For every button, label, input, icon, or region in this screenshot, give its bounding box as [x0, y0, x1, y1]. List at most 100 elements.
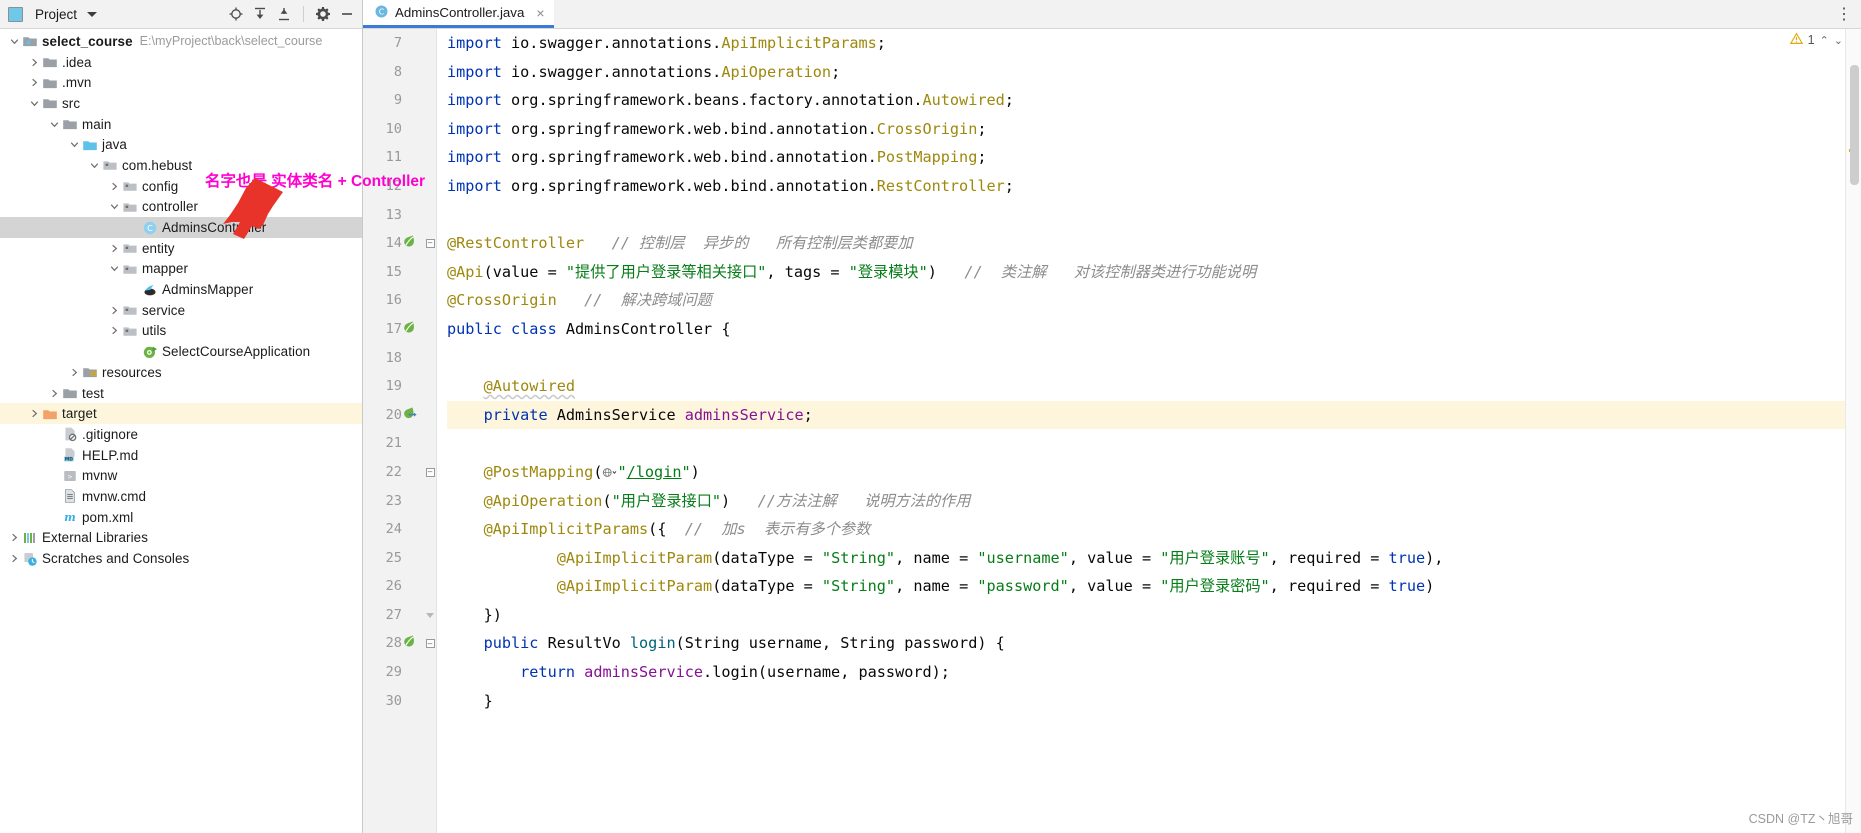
tree-item-config[interactable]: config	[0, 176, 362, 197]
code-line-23[interactable]: @ApiOperation("用户登录接口") //方法注解 说明方法的作用	[447, 487, 1845, 516]
tree-item-mapper[interactable]: mapper	[0, 259, 362, 280]
line-number: 26	[385, 578, 402, 595]
code-line-8[interactable]: import io.swagger.annotations.ApiOperati…	[447, 58, 1845, 87]
chevron-right-icon[interactable]	[108, 242, 121, 255]
tree-item-mvnw-cmd[interactable]: mvnw.cmd	[0, 486, 362, 507]
code-token: (value =	[483, 262, 566, 281]
tree-item-main[interactable]: main	[0, 114, 362, 135]
more-options-icon[interactable]: ⋮	[1827, 0, 1861, 28]
expand-all-icon[interactable]	[251, 5, 269, 23]
code-line-26[interactable]: @ApiImplicitParam(dataType = "String", n…	[447, 572, 1845, 601]
chevron-right-icon[interactable]	[28, 407, 41, 420]
chevron-down-icon[interactable]	[108, 262, 121, 275]
chevron-up-icon[interactable]: ⌃	[1820, 34, 1829, 47]
code-line-9[interactable]: import org.springframework.beans.factory…	[447, 86, 1845, 115]
tree-item-select-course[interactable]: select_course E:\myProject\back\select_co…	[0, 31, 362, 52]
inspection-status[interactable]: 1 ⌃ ⌄	[1789, 32, 1843, 48]
tree-item-service[interactable]: service	[0, 300, 362, 321]
tree-item-controller[interactable]: controller	[0, 197, 362, 218]
tree-item-external-libraries[interactable]: External Libraries	[0, 528, 362, 549]
project-tree[interactable]: select_course E:\myProject\back\select_co…	[0, 29, 362, 833]
code-line-16[interactable]: @CrossOrigin // 解决跨域问题	[447, 286, 1845, 315]
tree-item-adminscontroller[interactable]: C AdminsController	[0, 217, 362, 238]
code-line-12[interactable]: import org.springframework.web.bind.anno…	[447, 172, 1845, 201]
tree-item-src[interactable]: src	[0, 93, 362, 114]
code-line-18[interactable]	[447, 344, 1845, 373]
settings-gear-icon[interactable]	[314, 5, 332, 23]
tree-item-gitignore[interactable]: .gitignore	[0, 424, 362, 445]
editor-gutter[interactable]: 7 8 9 10 11 12 13 14 15 16 17 18 19 20 21 22 23 24 25 26 27 2…	[363, 29, 437, 833]
tree-item-adminsmapper[interactable]: AdminsMapper	[0, 279, 362, 300]
chevron-down-icon[interactable]	[88, 159, 101, 172]
chevron-down-icon[interactable]	[87, 11, 98, 17]
chevron-down-icon[interactable]	[48, 118, 61, 131]
chevron-down-icon[interactable]	[8, 35, 21, 48]
code-content[interactable]: import io.swagger.annotations.ApiImplici…	[437, 29, 1845, 833]
code-line-20[interactable]: private AdminsService adminsService;	[447, 400, 1845, 430]
code-editor[interactable]: 7 8 9 10 11 12 13 14 15 16 17 18 19 20 21 22 23 24 25 26 27 2…	[363, 29, 1861, 833]
chevron-right-icon[interactable]	[108, 304, 121, 317]
chevron-right-icon[interactable]	[28, 56, 41, 69]
chevron-right-icon[interactable]	[8, 531, 21, 544]
tree-item-target[interactable]: target	[0, 403, 362, 425]
tree-item-mvn[interactable]: .mvn	[0, 72, 362, 93]
spring-bean-icon[interactable]	[401, 233, 417, 254]
tree-item-com-hebust[interactable]: com.hebust	[0, 155, 362, 176]
code-fold-collapse-icon[interactable]: –	[425, 238, 435, 248]
chevron-right-icon[interactable]	[68, 366, 81, 379]
code-line-27[interactable]: })	[447, 601, 1845, 630]
tree-item-utils[interactable]: utils	[0, 321, 362, 342]
spring-bean-icon[interactable]	[401, 633, 417, 654]
locate-icon[interactable]	[227, 5, 245, 23]
tree-item-scratches-and-consoles[interactable]: Scratches and Consoles	[0, 548, 362, 569]
code-line-15[interactable]: @Api(value = "提供了用户登录等相关接口", tags = "登录模…	[447, 258, 1845, 287]
code-folding-column[interactable]: – – –	[423, 29, 437, 715]
collapse-all-icon[interactable]	[275, 5, 293, 23]
tree-item-idea[interactable]: .idea	[0, 52, 362, 73]
tree-item-entity[interactable]: entity	[0, 238, 362, 259]
code-fold-collapse-icon[interactable]: –	[425, 467, 435, 477]
chevron-down-icon[interactable]	[28, 97, 41, 110]
tree-item-resources[interactable]: resources	[0, 362, 362, 383]
code-line-13[interactable]	[447, 201, 1845, 230]
spring-autowired-icon[interactable]	[401, 405, 417, 426]
tree-item-java[interactable]: java	[0, 134, 362, 155]
code-line-24[interactable]: @ApiImplicitParams({ // 加s 表示有多个参数	[447, 515, 1845, 544]
chevron-right-icon[interactable]	[8, 552, 21, 565]
code-line-25[interactable]: @ApiImplicitParam(dataType = "String", n…	[447, 544, 1845, 573]
chevron-right-icon[interactable]	[28, 76, 41, 89]
code-line-28[interactable]: public ResultVo login(String username, S…	[447, 629, 1845, 658]
code-line-10[interactable]: import org.springframework.web.bind.anno…	[447, 115, 1845, 144]
code-line-7[interactable]: import io.swagger.annotations.ApiImplici…	[447, 29, 1845, 58]
code-line-14[interactable]: @RestController // 控制层 异步的 所有控制层类都要加	[447, 229, 1845, 258]
code-line-30[interactable]: }	[447, 687, 1845, 716]
tree-item-mvnw[interactable]: > mvnw	[0, 465, 362, 486]
code-line-21[interactable]	[447, 429, 1845, 458]
tree-item-help-md[interactable]: MD HELP.md	[0, 445, 362, 466]
chevron-right-icon[interactable]	[108, 324, 121, 337]
tree-item-pom-xml[interactable]: m pom.xml	[0, 507, 362, 528]
close-icon[interactable]: ×	[536, 5, 544, 21]
scrollbar-thumb[interactable]	[1850, 65, 1859, 185]
folder-icon	[41, 95, 58, 111]
chevron-down-icon[interactable]	[108, 200, 121, 213]
tree-item-test[interactable]: test	[0, 383, 362, 404]
chevron-down-icon[interactable]	[68, 138, 81, 151]
code-line-29[interactable]: return adminsService.login(username, pas…	[447, 658, 1845, 687]
editor-vertical-scrollbar[interactable]	[1845, 29, 1861, 833]
tab-AdminsController-java[interactable]: C AdminsController.java ×	[363, 0, 554, 28]
spring-bean-icon[interactable]	[401, 319, 417, 340]
code-line-11[interactable]: import org.springframework.web.bind.anno…	[447, 143, 1845, 172]
chevron-down-icon[interactable]: ⌄	[1834, 34, 1843, 47]
code-fold-end-icon[interactable]	[426, 612, 434, 618]
line-number: 23	[385, 492, 402, 509]
code-line-22[interactable]: @PostMapping("/login")	[447, 458, 1845, 487]
chevron-right-icon[interactable]	[48, 387, 61, 400]
chevron-right-icon[interactable]	[108, 180, 121, 193]
hide-minimize-icon[interactable]	[338, 5, 356, 23]
code-line-19[interactable]: @Autowired	[447, 372, 1845, 401]
globe-chevron-icon[interactable]	[602, 463, 617, 481]
code-line-17[interactable]: public class AdminsController {	[447, 315, 1845, 344]
tree-item-selectcourseapplication[interactable]: SelectCourseApplication	[0, 341, 362, 362]
code-fold-collapse-icon[interactable]: –	[425, 639, 435, 649]
